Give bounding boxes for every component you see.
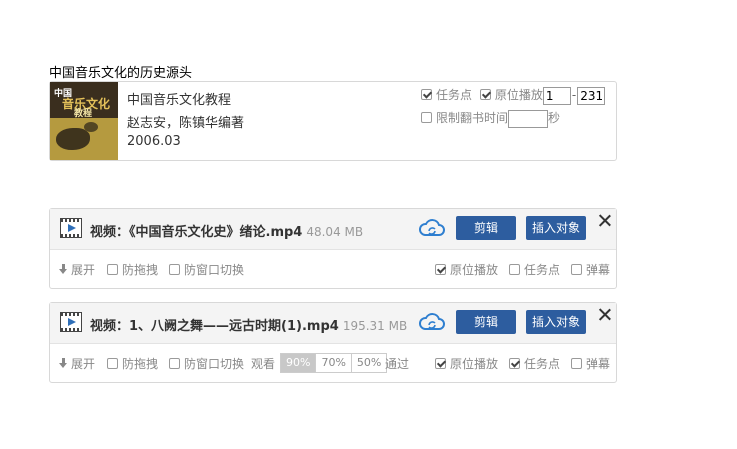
danmu-option[interactable]: 弹幕 bbox=[571, 355, 610, 372]
video-film-icon bbox=[60, 312, 82, 332]
anti-drag-checkbox[interactable] bbox=[107, 264, 118, 275]
video-card-options: 展开 防拖拽 防窗口切换 观看 90% 70% 50% 通过 原位播放 任务点 … bbox=[50, 344, 616, 382]
limit-time-label: 限制翻书时间 bbox=[436, 111, 509, 125]
range-dash: - bbox=[571, 88, 577, 102]
anti-switch-checkbox[interactable] bbox=[169, 358, 180, 369]
expand-toggle[interactable]: 展开 bbox=[59, 261, 95, 278]
anti-drag-option[interactable]: 防拖拽 bbox=[107, 261, 158, 278]
video-size: 195.31 MB bbox=[342, 319, 408, 333]
task-point-option[interactable]: 任务点 bbox=[509, 261, 560, 278]
video-card-header: 视频：1、八阙之舞——远古时期(1).mp4 195.31 MB 剪辑 插入对象 bbox=[50, 303, 616, 344]
inplace-play-label: 原位播放 bbox=[494, 88, 543, 102]
anti-drag-checkbox[interactable] bbox=[107, 358, 118, 369]
book-options-row2: 限制翻书时间 秒 bbox=[421, 109, 560, 129]
inplace-play-option[interactable]: 原位播放 bbox=[435, 355, 498, 372]
video-film-icon bbox=[60, 218, 82, 238]
video-card-header: 视频：《中国音乐文化史》绪论.mp4 48.04 MB 剪辑 插入对象 bbox=[50, 209, 616, 250]
expand-arrow-icon bbox=[59, 358, 68, 369]
insert-object-button[interactable]: 插入对象 bbox=[526, 310, 586, 334]
anti-switch-checkbox[interactable] bbox=[169, 264, 180, 275]
edit-button[interactable]: 剪辑 bbox=[456, 310, 516, 334]
cover-illustration-detail bbox=[84, 122, 98, 132]
inplace-play-checkbox[interactable] bbox=[435, 264, 446, 275]
book-date: 2006.03 bbox=[127, 134, 181, 149]
watch-rate-selector: 90% 70% 50% bbox=[280, 353, 388, 373]
book-card: 中国 音乐文化 教程 中国音乐文化教程 赵志安，陈镇华编著 2006.03 任务… bbox=[49, 81, 617, 161]
section-title: 中国音乐文化的历史源头 bbox=[49, 66, 193, 81]
anti-drag-option[interactable]: 防拖拽 bbox=[107, 355, 158, 372]
watch-label: 观看 bbox=[251, 357, 276, 371]
edit-button[interactable]: 剪辑 bbox=[456, 216, 516, 240]
rate-option-90[interactable]: 90% bbox=[281, 354, 316, 372]
book-authors: 赵志安，陈镇华编著 bbox=[127, 116, 245, 131]
page-to-input[interactable] bbox=[577, 86, 606, 105]
anti-switch-option[interactable]: 防窗口切换 bbox=[169, 261, 244, 278]
video-title: 视频：1、八阙之舞——远古时期(1).mp4 195.31 MB bbox=[90, 315, 407, 334]
danmu-checkbox[interactable] bbox=[571, 264, 582, 275]
danmu-checkbox[interactable] bbox=[571, 358, 582, 369]
expand-label: 展开 bbox=[71, 263, 96, 277]
anti-switch-label: 防窗口切换 bbox=[184, 263, 245, 277]
limit-time-unit: 秒 bbox=[548, 111, 561, 125]
page-from-input[interactable] bbox=[542, 86, 571, 105]
inplace-play-checkbox[interactable] bbox=[435, 358, 446, 369]
task-point-checkbox[interactable] bbox=[421, 89, 432, 100]
anti-drag-label: 防拖拽 bbox=[122, 357, 159, 371]
anti-switch-label: 防窗口切换 bbox=[184, 357, 245, 371]
danmu-label: 弹幕 bbox=[586, 263, 611, 277]
video-title-text: 视频：1、八阙之舞——远古时期(1).mp4 bbox=[90, 319, 339, 334]
insert-object-button[interactable]: 插入对象 bbox=[526, 216, 586, 240]
task-point-option[interactable]: 任务点 bbox=[509, 355, 560, 372]
video-card: 视频：《中国音乐文化史》绪论.mp4 48.04 MB 剪辑 插入对象 展开 防拖… bbox=[49, 208, 617, 289]
expand-arrow-icon bbox=[59, 264, 68, 275]
danmu-label: 弹幕 bbox=[586, 357, 611, 371]
book-options-row1: 任务点 原位播放 - bbox=[421, 86, 606, 106]
cloud-sync-icon[interactable] bbox=[418, 311, 446, 333]
close-icon[interactable] bbox=[597, 213, 613, 229]
video-size: 48.04 MB bbox=[306, 225, 364, 239]
pass-label: 通过 bbox=[385, 357, 410, 371]
book-cover[interactable]: 中国 音乐文化 教程 bbox=[50, 82, 118, 160]
inplace-play-label: 原位播放 bbox=[450, 357, 499, 371]
expand-label: 展开 bbox=[71, 357, 96, 371]
cover-text-line3: 教程 bbox=[74, 109, 93, 119]
cloud-sync-icon[interactable] bbox=[418, 217, 446, 239]
anti-drag-label: 防拖拽 bbox=[122, 263, 159, 277]
inplace-play-checkbox[interactable] bbox=[479, 89, 491, 100]
task-point-label: 任务点 bbox=[524, 357, 561, 371]
inplace-play-option[interactable]: 原位播放 bbox=[435, 261, 498, 278]
task-point-checkbox[interactable] bbox=[509, 358, 520, 369]
inplace-play-label: 原位播放 bbox=[450, 263, 499, 277]
danmu-option[interactable]: 弹幕 bbox=[571, 261, 610, 278]
task-point-label: 任务点 bbox=[524, 263, 561, 277]
expand-toggle[interactable]: 展开 bbox=[59, 355, 95, 372]
task-point-checkbox[interactable] bbox=[509, 264, 520, 275]
close-icon[interactable] bbox=[597, 307, 613, 323]
video-title: 视频：《中国音乐文化史》绪论.mp4 48.04 MB bbox=[90, 221, 363, 240]
cover-illustration bbox=[56, 128, 90, 150]
anti-switch-option[interactable]: 防窗口切换 bbox=[169, 355, 244, 372]
video-card: 视频：1、八阙之舞——远古时期(1).mp4 195.31 MB 剪辑 插入对象 … bbox=[49, 302, 617, 383]
book-title: 中国音乐文化教程 bbox=[127, 93, 232, 108]
limit-time-input[interactable] bbox=[508, 109, 549, 128]
video-card-options: 展开 防拖拽 防窗口切换 原位播放 任务点 弹幕 bbox=[50, 250, 616, 288]
rate-option-50[interactable]: 50% bbox=[350, 354, 387, 372]
task-point-label: 任务点 bbox=[436, 88, 473, 102]
limit-time-checkbox[interactable] bbox=[421, 112, 432, 123]
rate-option-70[interactable]: 70% bbox=[315, 354, 351, 372]
video-title-text: 视频：《中国音乐文化史》绪论.mp4 bbox=[90, 225, 303, 240]
